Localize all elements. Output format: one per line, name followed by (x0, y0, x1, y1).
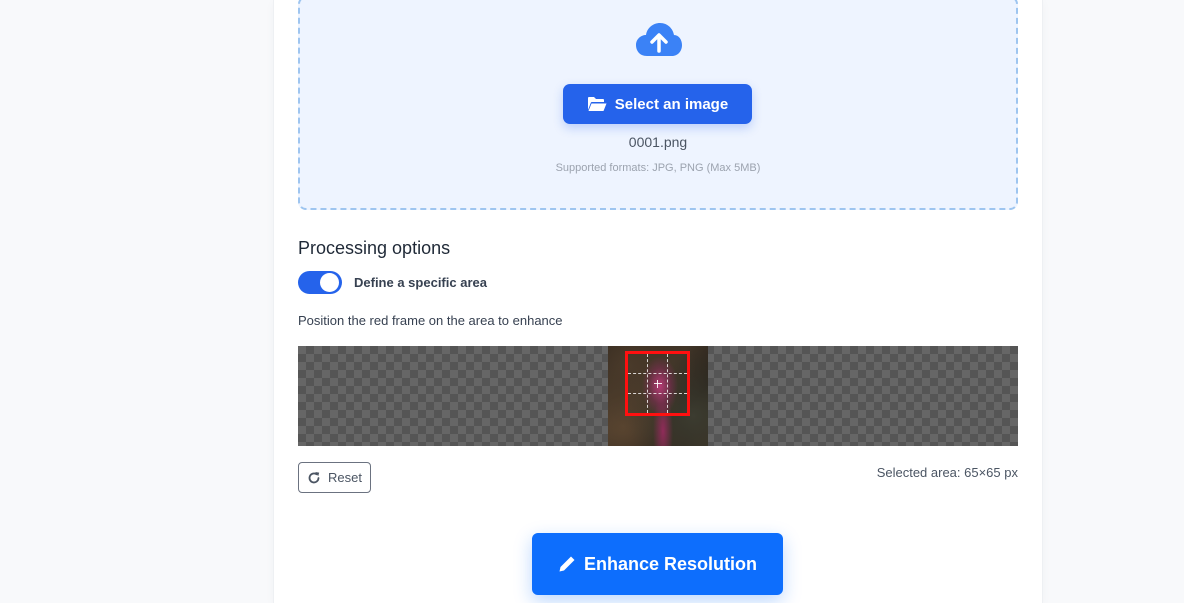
grid-line (666, 354, 668, 413)
supported-formats-note: Supported formats: JPG, PNG (Max 5MB) (555, 162, 761, 174)
select-image-label: Select an image (614, 95, 729, 113)
upload-dropzone[interactable]: Select an image 0001.png Supported forma… (298, 0, 1018, 210)
define-area-toggle[interactable] (298, 271, 342, 294)
select-image-button[interactable]: Select an image (563, 84, 752, 124)
enhance-label: Enhance Resolution (583, 553, 758, 574)
toggle-knob (320, 273, 339, 292)
grid-line (628, 373, 687, 375)
pencil-icon (559, 556, 575, 572)
crosshair-icon (653, 379, 662, 388)
reset-button[interactable]: Reset (298, 462, 371, 493)
define-area-label: Define a specific area (354, 275, 487, 290)
grid-line (628, 392, 687, 394)
enhance-resolution-button[interactable]: Enhance Resolution (532, 533, 783, 595)
selected-file-name: 0001.png (628, 134, 688, 150)
crop-canvas[interactable] (298, 346, 1018, 446)
cloud-upload-icon (636, 23, 682, 56)
main-card: Select an image 0001.png Supported forma… (274, 0, 1042, 603)
processing-options-title: Processing options (298, 238, 451, 258)
crop-frame[interactable] (625, 351, 690, 416)
grid-line (647, 354, 649, 413)
folder-open-icon (587, 97, 607, 111)
selected-area-readout: Selected area: 65×65 px (876, 465, 1018, 480)
redo-icon (308, 471, 320, 483)
reset-label: Reset (328, 470, 362, 485)
crop-instruction: Position the red frame on the area to en… (298, 313, 563, 328)
